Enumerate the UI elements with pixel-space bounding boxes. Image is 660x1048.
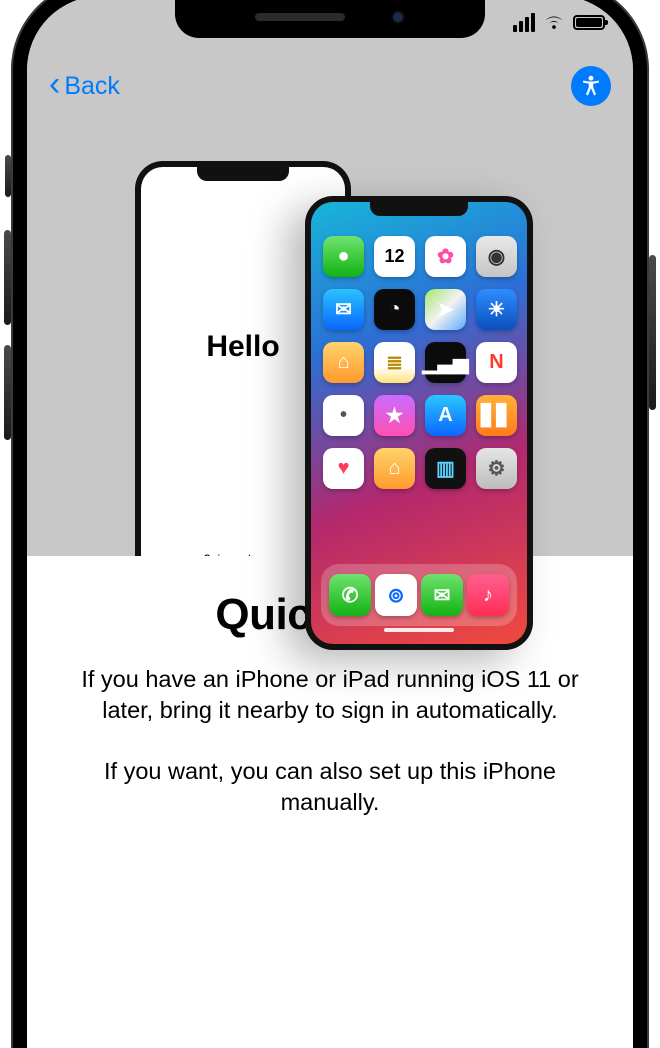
health-app-icon: ♥ [323, 448, 364, 489]
reminders-app-icon: • [323, 395, 364, 436]
back-label: Back [64, 72, 120, 101]
wifi-icon [543, 11, 565, 33]
description-1: If you have an iPhone or iPad running iO… [67, 664, 593, 726]
device-frame: ‹ Back Hello Swipe up to open [11, 0, 649, 1048]
description-2: If you want, you can also set up this iP… [67, 756, 593, 818]
phone-app-icon: ✆ [329, 574, 371, 616]
settings-app-icon: ⚙ [476, 448, 517, 489]
weather-app-icon: ☀ [476, 289, 517, 330]
accessibility-icon [577, 72, 605, 100]
news-app-icon: N [476, 342, 517, 383]
dock: ✆⊚✉♪ [321, 564, 517, 626]
home-app-icon: ⌂ [323, 342, 364, 383]
volume-up-button [4, 230, 11, 325]
ibooks-app-icon: ▋▋ [476, 395, 517, 436]
appstore-app-icon: A [425, 395, 466, 436]
home-indicator [384, 628, 454, 632]
speaker-grille [255, 13, 345, 21]
battery-icon [573, 15, 605, 30]
side-button [649, 255, 656, 410]
volume-down-button [4, 345, 11, 440]
accessibility-button[interactable] [571, 66, 611, 106]
mute-switch [5, 155, 11, 197]
clock-app-icon: ◔ [374, 289, 415, 330]
notch [175, 0, 485, 38]
itunes-app-icon: ★ [374, 395, 415, 436]
mail-app-icon: ✉ [323, 289, 364, 330]
homekit-app-icon: ⌂ [374, 448, 415, 489]
wallet-app-icon: ▥ [425, 448, 466, 489]
calendar-app-icon: 12 [374, 236, 415, 277]
notes-app-icon: ≣ [374, 342, 415, 383]
stocks-app-icon: ▁▃▅ [425, 342, 466, 383]
mini-phone-homescreen: ●12✿◉✉◔➤☀⌂≣▁▃▅N•★A▋▋♥⌂▥⚙ ✆⊚✉♪ [305, 196, 533, 650]
camera-app-icon: ◉ [476, 236, 517, 277]
facetime-app-icon: ● [323, 236, 364, 277]
safari-app-icon: ⊚ [375, 574, 417, 616]
screen: ‹ Back Hello Swipe up to open [27, 0, 633, 1048]
back-button[interactable]: ‹ Back [49, 71, 120, 101]
music-app-icon: ♪ [467, 574, 509, 616]
cellular-icon [513, 13, 535, 32]
hello-text: Hello [206, 167, 279, 553]
messages-app-icon: ✉ [421, 574, 463, 616]
photos-app-icon: ✿ [425, 236, 466, 277]
maps-app-icon: ➤ [425, 289, 466, 330]
chevron-left-icon: ‹ [49, 67, 60, 101]
front-camera [391, 10, 405, 24]
